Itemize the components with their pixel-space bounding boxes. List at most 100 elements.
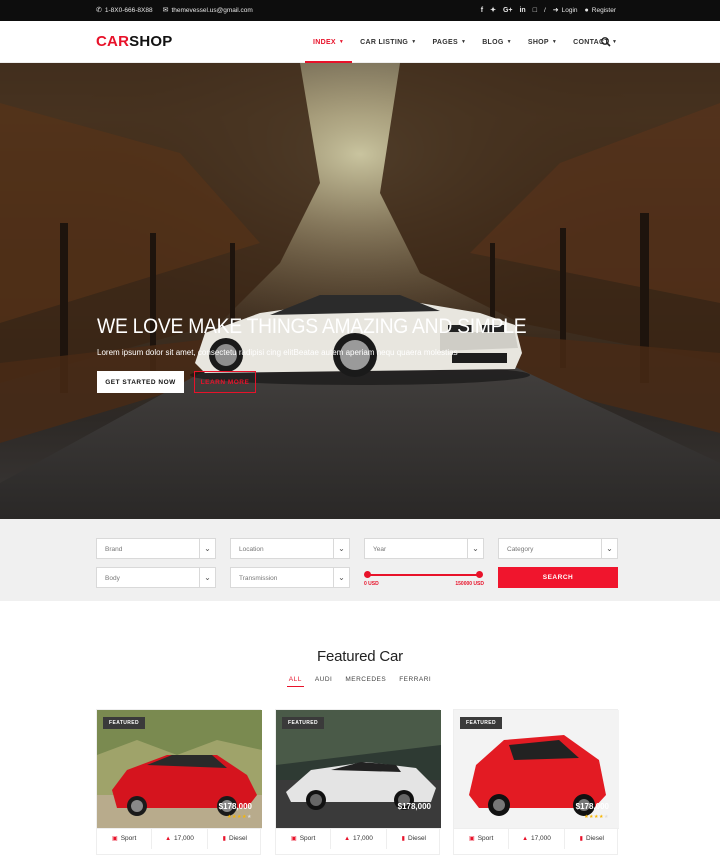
envelope-icon: ✉: [162, 7, 169, 14]
nav-item-contact[interactable]: CONTACT ▼: [565, 21, 625, 63]
spec-mileage: ▲ 17,000: [509, 828, 565, 849]
spec-value: 17,000: [353, 835, 373, 842]
nav-item-shop[interactable]: SHOP ▼: [520, 21, 565, 63]
fuel-pump-icon: ▮: [579, 836, 583, 842]
range-min-handle[interactable]: [364, 571, 371, 578]
hero-background-image: [0, 63, 720, 519]
spec-value: Sport: [299, 835, 316, 842]
logo[interactable]: CARSHOP: [96, 33, 172, 50]
spec-mileage: ▲ 17,000: [331, 828, 387, 849]
phone-text: 1-8X0-666-8X88: [104, 7, 153, 14]
category-select[interactable]: Category ⌄: [498, 538, 618, 559]
featured-badge: FEATURED: [103, 717, 146, 729]
spec-fuel: ▮ Diesel: [387, 829, 441, 849]
spec-value: 17,000: [531, 835, 551, 842]
filter-ferrari[interactable]: FERRARI: [399, 676, 431, 686]
nav-label: SHOP: [527, 38, 549, 46]
google-plus-icon[interactable]: G+: [503, 7, 513, 14]
car-card[interactable]: FEATURED $178,000 ★★★★★ ▣ Sport ▲ 17,000 ▮…: [453, 709, 619, 855]
car-image[interactable]: FEATURED $178,000 ★★★★★: [97, 710, 262, 828]
car-icon: ▣: [469, 836, 475, 842]
twitter-icon[interactable]: ✦: [490, 7, 496, 14]
spec-fuel: ▮ Diesel: [208, 829, 262, 849]
car-icon: ▣: [291, 836, 297, 842]
hero-title: WE LOVE MAKE THINGS AMAZING AND SIMPLE: [97, 315, 527, 338]
sign-in-icon: ➜: [552, 7, 559, 14]
chevron-down-icon: ⌄: [467, 539, 483, 558]
caret-down-icon: ▼: [460, 39, 467, 45]
caret-down-icon: ▼: [551, 39, 558, 45]
nav-label: INDEX: [313, 38, 336, 46]
spec-type: ▣ Sport: [276, 828, 332, 849]
nav-label: BLOG: [482, 38, 504, 46]
road-icon: ▲: [522, 835, 529, 842]
email-info[interactable]: ✉ themevessel.us@gmail.com: [163, 7, 253, 14]
rating-stars: ★★★★★: [584, 814, 609, 820]
login-link[interactable]: ➜ Login: [553, 7, 578, 14]
select-label: Category: [507, 546, 534, 553]
instagram-icon[interactable]: □: [533, 7, 537, 14]
location-select[interactable]: Location ⌄: [230, 538, 350, 559]
filter-audi[interactable]: AUDI: [315, 676, 333, 686]
fuel-pump-icon: ▮: [222, 836, 226, 842]
search-icon[interactable]: [600, 36, 612, 48]
spec-mileage: ▲ 17,000: [152, 828, 208, 849]
price-max-label: 150000 USD: [455, 581, 484, 587]
spec-type: ▣ Sport: [454, 828, 510, 849]
spec-value: 17,000: [174, 835, 194, 842]
linkedin-icon[interactable]: in: [519, 7, 525, 14]
range-max-handle[interactable]: [476, 571, 483, 578]
body-select[interactable]: Body ⌄: [96, 567, 216, 588]
select-label: Year: [373, 546, 387, 553]
car-specs: ▣ Sport ▲ 17,000 ▮ Diesel: [276, 828, 441, 849]
get-started-button[interactable]: GET STARTED NOW: [97, 371, 184, 393]
price-range-slider[interactable]: 0 USD 150000 USD: [364, 567, 484, 589]
nav-item-index[interactable]: INDEX ▼: [305, 21, 353, 63]
featured-badge: FEATURED: [460, 717, 503, 729]
main-header: CARSHOP INDEX ▼ CAR LISTING ▼ PAGES ▼ BLOG ▼…: [0, 21, 720, 63]
nav-label: PAGES: [432, 38, 458, 46]
filter-all[interactable]: ALL: [286, 676, 304, 687]
search-button[interactable]: SEARCH: [498, 567, 618, 588]
chevron-down-icon: ⌄: [333, 539, 349, 558]
car-specs: ▣ Sport ▲ 17,000 ▮ Diesel: [97, 828, 262, 849]
car-image[interactable]: FEATURED $178,000: [276, 710, 441, 828]
spec-value: Diesel: [407, 835, 426, 842]
brand-select[interactable]: Brand ⌄: [96, 538, 216, 559]
nav-item-pages[interactable]: PAGES ▼: [424, 21, 474, 63]
chevron-down-icon: ⌄: [199, 568, 215, 587]
filter-mercedes[interactable]: MERCEDES: [345, 676, 386, 686]
year-select[interactable]: Year ⌄: [364, 538, 484, 559]
car-card[interactable]: FEATURED $178,000 ▣ Sport ▲ 17,000 ▮ Diesel: [275, 709, 441, 855]
learn-more-button[interactable]: LEARN MORE: [194, 371, 256, 393]
transmission-select[interactable]: Transmission ⌄: [230, 567, 350, 588]
spec-fuel: ▮ Diesel: [565, 829, 619, 849]
car-image[interactable]: FEATURED $178,000 ★★★★★: [454, 710, 619, 828]
rating-stars: ★★★★★: [227, 814, 252, 820]
car-price: $178,000: [575, 802, 609, 811]
facebook-icon[interactable]: f: [481, 7, 483, 14]
nav-label: CAR LISTING: [360, 38, 409, 46]
car-search-panel: [0, 519, 720, 601]
spec-type: ▣ Sport: [97, 828, 153, 849]
spec-value: Diesel: [585, 835, 604, 842]
range-track: [367, 574, 482, 576]
register-label[interactable]: Register: [592, 7, 616, 14]
email-text[interactable]: themevessel.us@gmail.com: [171, 7, 252, 14]
nav-item-car-listing[interactable]: CAR LISTING ▼: [352, 21, 424, 63]
nav-item-blog[interactable]: BLOG ▼: [474, 21, 520, 63]
phone-info: ✆ 1-8X0-666-8X88: [96, 7, 153, 14]
spec-value: Sport: [120, 835, 137, 842]
select-label: Location: [239, 546, 264, 553]
chevron-down-icon: ⌄: [601, 539, 617, 558]
car-card[interactable]: FEATURED $178,000 ★★★★★ ▣ Sport ▲ 17,000 ▮…: [96, 709, 262, 855]
featured-title: Featured Car: [317, 648, 403, 665]
chevron-down-icon: ⌄: [333, 568, 349, 587]
select-label: Body: [105, 575, 120, 582]
spec-value: Diesel: [228, 835, 247, 842]
login-label[interactable]: Login: [562, 7, 578, 14]
caret-down-icon: ▼: [611, 39, 618, 45]
caret-down-icon: ▼: [338, 39, 345, 45]
car-specs: ▣ Sport ▲ 17,000 ▮ Diesel: [454, 828, 619, 849]
register-link[interactable]: ● Register: [585, 7, 616, 14]
